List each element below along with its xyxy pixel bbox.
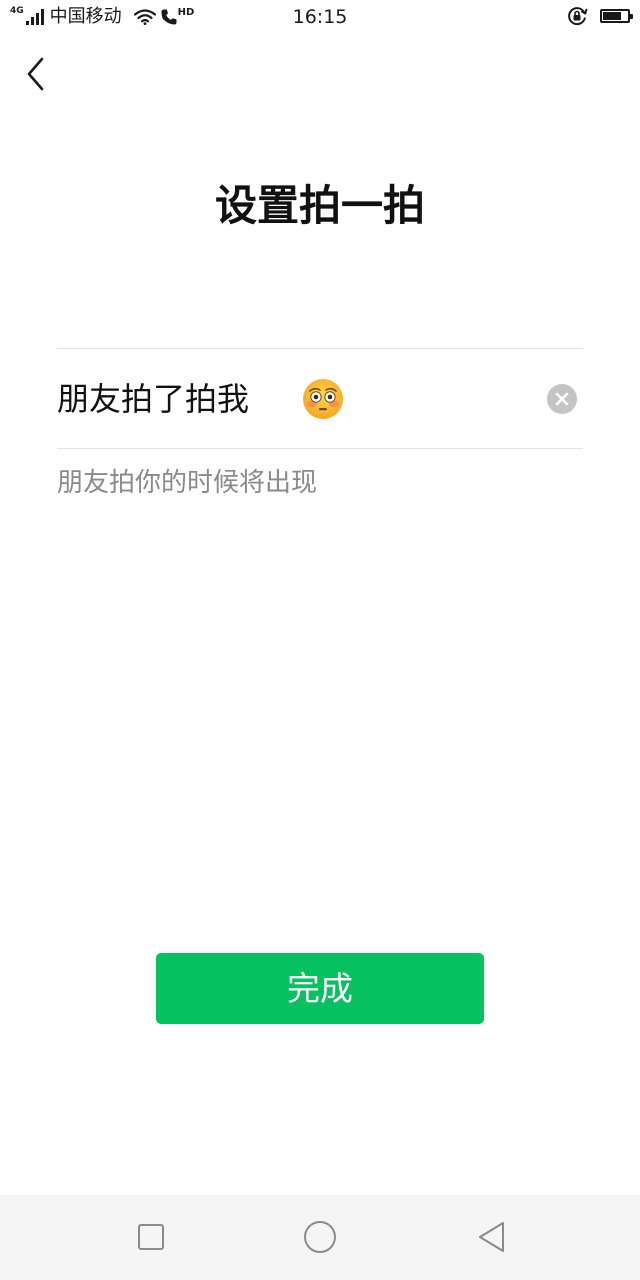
hint-text: 朋友拍你的时候将出现 (57, 468, 318, 498)
chevron-left-icon (27, 57, 44, 91)
battery-icon (600, 9, 633, 23)
flushed-emoji-icon (303, 379, 343, 419)
pat-text-field[interactable]: 朋友拍了拍我 (57, 349, 583, 448)
status-right-group (566, 5, 633, 27)
back-button[interactable] (14, 52, 58, 96)
nav-back-icon (479, 1222, 504, 1252)
home-button[interactable] (298, 1215, 342, 1259)
rotation-lock-icon (568, 7, 588, 26)
page-title: 设置拍一拍 (214, 181, 425, 230)
recent-apps-button[interactable] (129, 1215, 173, 1259)
pat-text-input-value[interactable]: 朋友拍了拍我 (57, 378, 249, 420)
battery-level-fill (603, 12, 621, 20)
input-bottom-divider (57, 448, 583, 449)
done-button[interactable]: 完成 (156, 953, 484, 1024)
clear-icon (555, 392, 569, 406)
nav-back-button[interactable] (470, 1215, 514, 1259)
clear-button[interactable] (547, 384, 577, 414)
recent-apps-icon (138, 1224, 164, 1250)
status-bar: 4G 中国移动 HD 16:15 (0, 0, 640, 34)
status-time: 16:15 (292, 6, 348, 28)
home-icon (304, 1221, 336, 1253)
navigation-bar (0, 1195, 640, 1280)
